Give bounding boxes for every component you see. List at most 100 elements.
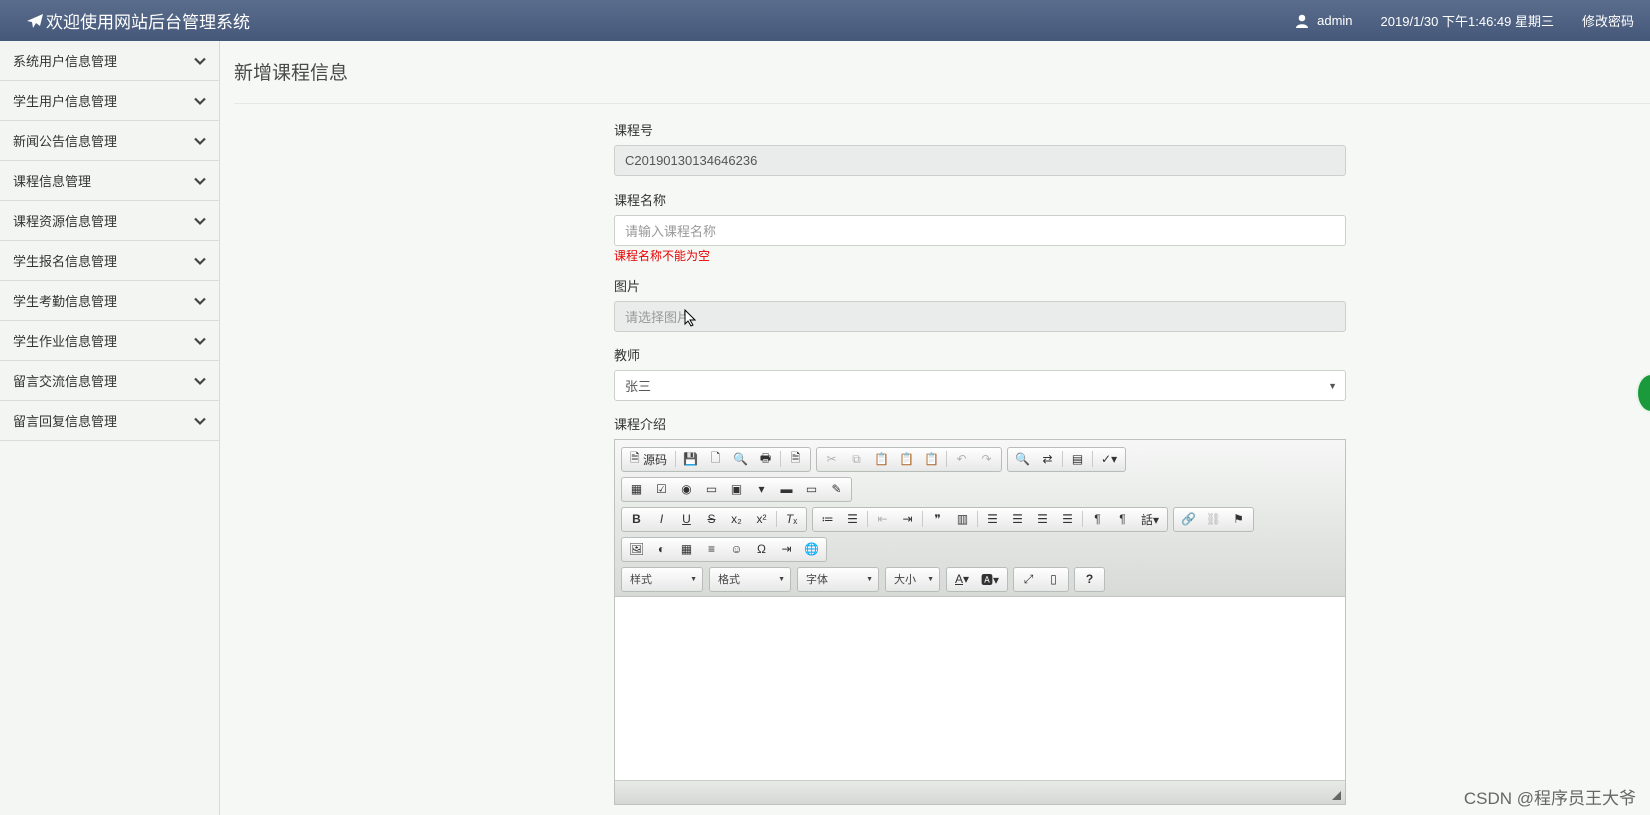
table-icon[interactable]: ▦ — [674, 538, 699, 560]
sidebar-item-replies[interactable]: 留言回复信息管理 — [0, 401, 219, 441]
source-button[interactable]: 🗎 源码 — [624, 448, 673, 470]
italic-icon[interactable]: I — [649, 508, 674, 530]
text-color-icon[interactable]: A ▾ — [949, 568, 975, 590]
image-placeholder: 请选择图片 — [625, 310, 691, 325]
iframe-icon[interactable]: 🌐 — [799, 538, 824, 560]
copy-icon[interactable]: ⧉ — [844, 448, 869, 470]
app-title: 欢迎使用网站后台管理系统 — [46, 13, 250, 32]
preview-icon[interactable]: 🔍 — [728, 448, 753, 470]
page-break-icon[interactable]: ⇥ — [774, 538, 799, 560]
source-icon: 🗎 — [630, 450, 640, 465]
chevron-down-icon — [194, 177, 206, 185]
sidebar-item-homework[interactable]: 学生作业信息管理 — [0, 321, 219, 361]
chevron-down-icon — [194, 257, 206, 265]
save-icon[interactable]: 💾 — [678, 448, 703, 470]
horizontal-rule-icon[interactable]: ≡ — [699, 538, 724, 560]
form-icon[interactable]: ▦ — [624, 478, 649, 500]
radio-icon[interactable]: ◉ — [674, 478, 699, 500]
div-container-icon[interactable]: ▥ — [950, 508, 975, 530]
new-page-icon[interactable]: 🗋 — [703, 448, 728, 470]
textarea-icon[interactable]: ▣ — [724, 478, 749, 500]
paste-icon[interactable]: 📋 — [869, 448, 894, 470]
link-icon[interactable]: 🔗 — [1176, 508, 1201, 530]
indent-icon[interactable]: ⇥ — [895, 508, 920, 530]
bulleted-list-icon[interactable]: ☰ — [840, 508, 865, 530]
font-dropdown[interactable]: 字体 ▼ — [797, 566, 879, 592]
anchor-icon[interactable]: ⚑ — [1226, 508, 1251, 530]
image-button-icon[interactable]: ▭ — [799, 478, 824, 500]
blockquote-icon[interactable]: ❞ — [925, 508, 950, 530]
checkbox-icon[interactable]: ☑ — [649, 478, 674, 500]
watermark: CSDN @程序员王大爷 — [1463, 789, 1636, 808]
bold-icon[interactable]: B — [624, 508, 649, 530]
redo-icon[interactable]: ↷ — [974, 448, 999, 470]
language-icon[interactable]: 話▾ — [1135, 508, 1165, 530]
maximize-icon[interactable]: ⤢ — [1016, 568, 1041, 590]
sidebar-item-news[interactable]: 新闻公告信息管理 — [0, 121, 219, 161]
teacher-select[interactable]: 张三 ▼ — [614, 370, 1346, 401]
course-name-placeholder: 请输入课程名称 — [625, 224, 717, 239]
select-all-icon[interactable]: ▤ — [1065, 448, 1090, 470]
format-dropdown[interactable]: 格式 ▼ — [709, 566, 791, 592]
unlink-icon[interactable]: ⛓ — [1201, 508, 1226, 530]
justify-icon[interactable]: ☰ — [1055, 508, 1080, 530]
sidebar-item-messages[interactable]: 留言交流信息管理 — [0, 361, 219, 401]
editor-content-area[interactable] — [615, 597, 1345, 780]
print-icon[interactable]: 🖶 — [753, 448, 778, 470]
ltr-icon[interactable]: ¶ — [1085, 508, 1110, 530]
replace-icon[interactable]: ⇄ — [1035, 448, 1060, 470]
mouse-cursor-icon — [684, 309, 696, 327]
user-menu[interactable]: admin — [1295, 13, 1353, 28]
align-center-icon[interactable]: ☰ — [1005, 508, 1030, 530]
sidebar-item-course-resources[interactable]: 课程资源信息管理 — [0, 201, 219, 241]
size-dropdown[interactable]: 大小 ▼ — [885, 566, 940, 592]
strikethrough-icon[interactable]: S — [699, 508, 724, 530]
resize-handle-icon[interactable] — [1332, 791, 1341, 800]
sidebar-item-label: 课程信息管理 — [13, 174, 92, 189]
paste-word-icon[interactable]: 📋 — [919, 448, 944, 470]
subscript-icon[interactable]: x₂ — [724, 508, 749, 530]
source-label: 源码 — [643, 452, 668, 467]
special-char-icon[interactable]: Ω — [749, 538, 774, 560]
course-no-value: C20190130134646236 — [625, 153, 758, 168]
hidden-field-icon[interactable]: ✎ — [824, 478, 849, 500]
outdent-icon[interactable]: ⇤ — [870, 508, 895, 530]
remove-format-icon[interactable]: Tₓ — [779, 508, 804, 530]
align-left-icon[interactable]: ☰ — [980, 508, 1005, 530]
button-field-icon[interactable]: ▬ — [774, 478, 799, 500]
paste-text-icon[interactable]: 📋 — [894, 448, 919, 470]
sidebar-item-system-users[interactable]: 系统用户信息管理 — [0, 41, 219, 81]
sidebar-item-student-users[interactable]: 学生用户信息管理 — [0, 81, 219, 121]
dropdown-arrow-icon: ▼ — [1328, 381, 1337, 391]
rtl-icon[interactable]: ¶ — [1110, 508, 1135, 530]
templates-icon[interactable]: 🗎 — [783, 448, 808, 470]
image-picker-field[interactable]: 请选择图片 — [614, 301, 1346, 332]
align-right-icon[interactable]: ☰ — [1030, 508, 1055, 530]
sidebar-item-courses[interactable]: 课程信息管理 — [0, 161, 219, 201]
flash-icon[interactable]: ◐ — [649, 538, 674, 560]
course-name-input[interactable]: 请输入课程名称 — [614, 215, 1346, 246]
select-field-icon[interactable]: ▾ — [749, 478, 774, 500]
bg-color-icon[interactable]: 🅰▾ — [975, 568, 1005, 590]
underline-icon[interactable]: U — [674, 508, 699, 530]
spellcheck-icon[interactable]: ✓▾ — [1095, 448, 1123, 470]
find-icon[interactable]: 🔍 — [1010, 448, 1035, 470]
dropdown-arrow-icon: ▼ — [866, 575, 873, 583]
styles-dropdown[interactable]: 样式 ▼ — [621, 566, 703, 592]
superscript-icon[interactable]: x² — [749, 508, 774, 530]
course-no-field[interactable]: C20190130134646236 — [614, 145, 1346, 176]
sidebar-item-attendance[interactable]: 学生考勤信息管理 — [0, 281, 219, 321]
course-no-label: 课程号 — [614, 123, 654, 138]
smiley-icon[interactable]: ☺ — [724, 538, 749, 560]
change-password-link[interactable]: 修改密码 — [1582, 11, 1634, 30]
show-blocks-icon[interactable]: ▯ — [1041, 568, 1066, 590]
sidebar-item-label: 留言回复信息管理 — [13, 414, 118, 429]
textfield-icon[interactable]: ▭ — [699, 478, 724, 500]
undo-icon[interactable]: ↶ — [949, 448, 974, 470]
cut-icon[interactable]: ✂ — [819, 448, 844, 470]
sidebar-item-enrollment[interactable]: 学生报名信息管理 — [0, 241, 219, 281]
help-button[interactable]: ? — [1077, 568, 1102, 590]
image-icon[interactable]: 🖼 — [624, 538, 649, 560]
numbered-list-icon[interactable]: ≔ — [815, 508, 840, 530]
teacher-label: 教师 — [614, 348, 641, 363]
